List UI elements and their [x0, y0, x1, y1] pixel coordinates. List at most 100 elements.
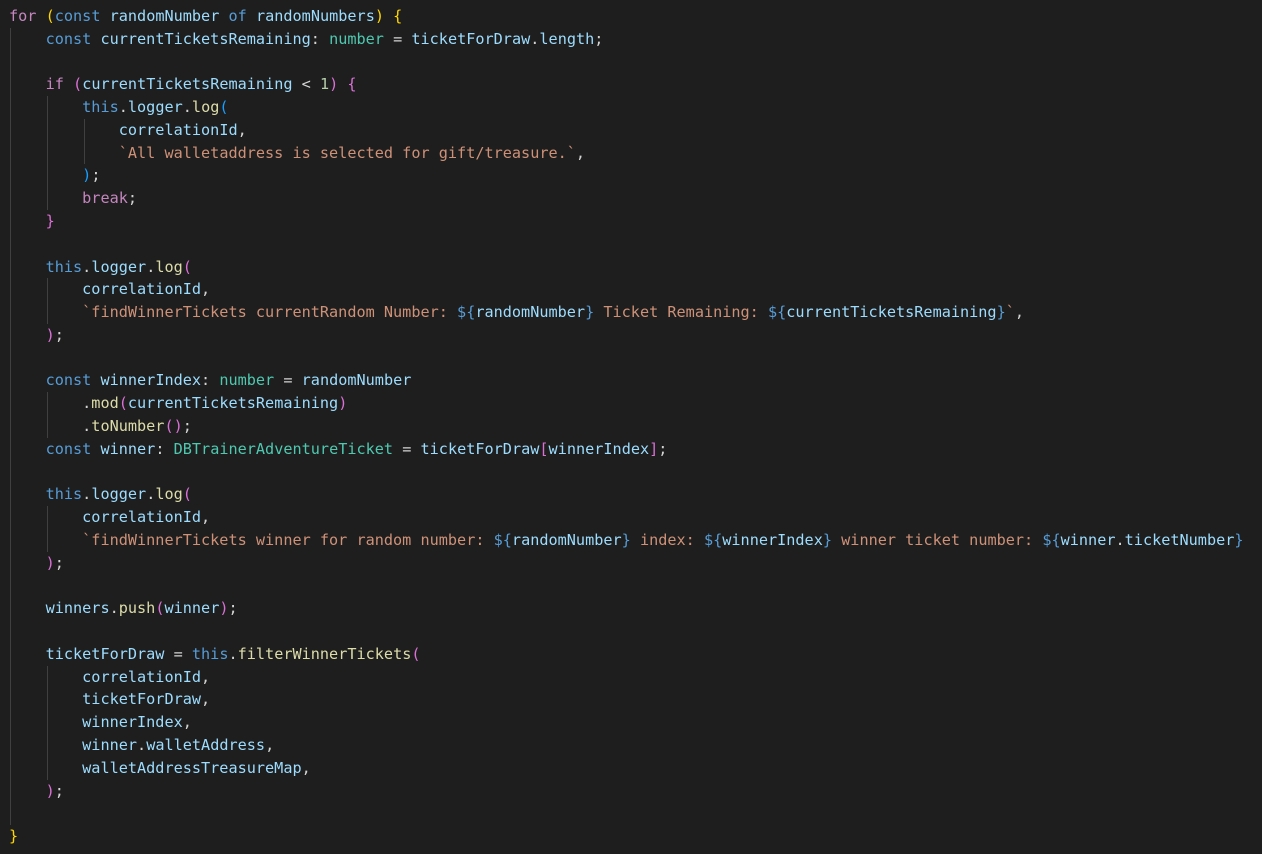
code-token: . — [137, 735, 147, 754]
code-token: = — [274, 371, 302, 390]
code-line[interactable]: ); — [9, 780, 64, 803]
code-token: winner ticket number: — [832, 530, 1043, 549]
code-token: , — [201, 508, 211, 527]
code-line[interactable]: `All walletaddress is selected for gift/… — [9, 142, 585, 165]
code-token: < — [292, 75, 320, 94]
code-line[interactable]: this.logger.log( — [9, 96, 229, 119]
code-token: winner — [100, 439, 156, 458]
code-token: = — [164, 644, 192, 663]
code-token: winner — [1060, 530, 1116, 549]
code-token: currentTicketsRemaining — [786, 303, 997, 322]
code-token: walletAddressTreasureMap — [82, 758, 302, 777]
code-line[interactable]: . . . . . . . . — [9, 848, 420, 854]
code-token: const — [54, 7, 101, 25]
code-token: ) — [82, 166, 92, 185]
code-line[interactable]: break; — [9, 187, 137, 210]
code-token: ticketForDraw — [420, 439, 540, 458]
code-token: : — [201, 371, 220, 390]
code-token: winnerIndex — [100, 371, 202, 390]
code-token: . — [9, 394, 92, 413]
code-line[interactable]: .mod(currentTicketsRemaining) — [9, 392, 347, 415]
code-token: randomNumber — [301, 371, 412, 390]
code-token: this — [45, 257, 83, 276]
code-line[interactable]: ticketForDraw = this.filterWinnerTickets… — [9, 643, 421, 666]
code-token: `findWinnerTickets winner for random num… — [82, 530, 494, 549]
code-token: break — [82, 189, 128, 208]
code-token: ( — [219, 98, 229, 117]
code-line[interactable]: const currentTicketsRemaining: number = … — [9, 28, 604, 51]
code-token: } — [45, 212, 55, 231]
code-token: ( — [118, 394, 128, 413]
code-token: for — [9, 7, 37, 25]
code-line[interactable]: ); — [9, 164, 100, 187]
code-token: log — [155, 485, 183, 504]
code-line[interactable]: `findWinnerTickets currentRandom Number:… — [9, 301, 1024, 324]
code-token: ticketForDraw — [82, 690, 202, 709]
code-token: this — [45, 485, 83, 504]
code-token: . — [82, 485, 92, 504]
code-token: `findWinnerTickets currentRandom Number: — [82, 303, 458, 322]
code-line[interactable]: `findWinnerTickets winner for random num… — [9, 529, 1243, 552]
code-token: this — [191, 644, 229, 663]
code-token: logger — [127, 98, 183, 117]
code-line[interactable]: if (currentTicketsRemaining < 1) { — [9, 73, 357, 96]
code-line[interactable]: } — [9, 825, 18, 848]
code-token: . — [1115, 530, 1125, 549]
code-token: if — [45, 75, 64, 94]
code-line[interactable]: ticketForDraw, — [9, 688, 210, 711]
code-token: ; — [228, 599, 238, 618]
code-line[interactable]: this.logger.log( — [9, 256, 192, 279]
code-token: . — [82, 257, 92, 276]
code-token: . — [109, 599, 119, 618]
code-token: ) — [329, 75, 339, 94]
code-token: . — [228, 644, 238, 663]
code-token: } — [822, 530, 833, 549]
code-line[interactable]: winnerIndex, — [9, 711, 192, 734]
code-token: ${ — [493, 530, 512, 549]
code-line[interactable]: this.logger.log( — [9, 483, 192, 506]
code-token: ticketNumber — [1124, 530, 1235, 549]
code-token: } — [9, 827, 19, 846]
code-line[interactable]: const winner: DBTrainerAdventureTicket =… — [9, 438, 668, 461]
code-line[interactable]: correlationId, — [9, 666, 210, 689]
code-token: log — [191, 98, 220, 117]
code-line[interactable]: correlationId, — [9, 278, 210, 301]
code-token: currentTicketsRemaining — [100, 29, 311, 48]
code-line[interactable]: correlationId, — [9, 506, 210, 529]
code-token: this — [82, 98, 119, 117]
code-token: randomNumber — [511, 530, 622, 549]
code-token: filterWinnerTickets — [237, 644, 412, 663]
code-line[interactable]: winner.walletAddress, — [9, 734, 274, 757]
code-line[interactable]: walletAddressTreasureMap, — [9, 757, 311, 780]
code-token: ( — [411, 644, 421, 663]
code-line[interactable]: ); — [9, 552, 64, 575]
code-token: , — [301, 758, 311, 777]
code-token: ) — [45, 325, 55, 344]
code-line[interactable]: } — [9, 210, 55, 233]
code-token: . . . . . . . . — [9, 850, 420, 854]
code-token: logger — [91, 485, 147, 504]
code-line[interactable]: for (const randomNumber of randomNumbers… — [9, 5, 402, 28]
code-line[interactable]: const winnerIndex: number = randomNumber — [9, 369, 412, 392]
code-line[interactable]: .toNumber(); — [9, 415, 192, 438]
code-token: index: — [630, 530, 704, 549]
code-line[interactable]: correlationId, — [9, 119, 247, 142]
code-token: = — [383, 29, 412, 48]
code-token: ; — [54, 553, 64, 572]
code-line[interactable]: ); — [9, 324, 64, 347]
code-editor[interactable]: for (const randomNumber of randomNumbers… — [0, 0, 1262, 854]
code-token: { — [393, 7, 403, 25]
code-token: toNumber — [91, 417, 165, 436]
code-line[interactable]: winners.push(winner); — [9, 597, 238, 620]
